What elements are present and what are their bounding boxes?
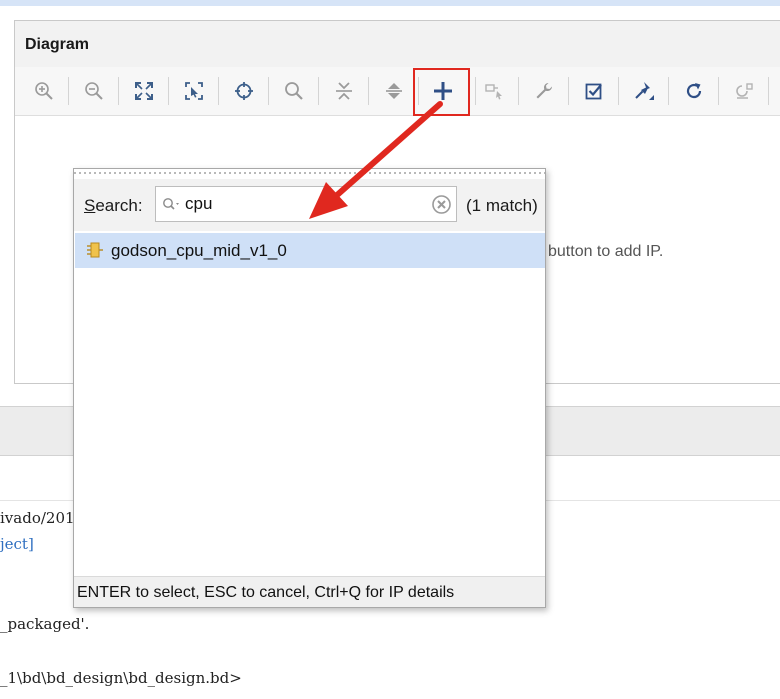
regenerate-layout-icon bbox=[736, 83, 753, 99]
add-ip-highlight bbox=[413, 68, 470, 116]
search-button[interactable] bbox=[277, 73, 311, 109]
search-input-box[interactable] bbox=[155, 186, 457, 222]
diagram-header: Diagram bbox=[15, 21, 780, 68]
refresh-icon bbox=[686, 83, 702, 99]
regenerate-layout-button[interactable] bbox=[727, 73, 761, 109]
pin-icon bbox=[635, 82, 654, 100]
center-button[interactable] bbox=[227, 73, 261, 109]
diagram-title: Diagram bbox=[25, 36, 90, 53]
ip-search-bar: Search: (1 match) bbox=[74, 179, 545, 231]
ip-result-item[interactable]: godson_cpu_mid_v1_0 bbox=[75, 233, 545, 268]
zoom-in-button[interactable] bbox=[27, 73, 61, 109]
toolbar-separator bbox=[168, 77, 169, 105]
toolbar-separator bbox=[368, 77, 369, 105]
pin-button[interactable] bbox=[627, 73, 661, 109]
window-top-strip bbox=[0, 0, 780, 6]
make-external-button[interactable] bbox=[477, 73, 511, 109]
console-line: ivado/201 bbox=[0, 509, 75, 527]
zoom-fit-icon bbox=[135, 82, 153, 100]
popup-footer: ENTER to select, ESC to cancel, Ctrl+Q f… bbox=[74, 576, 545, 607]
zoom-out-icon bbox=[85, 82, 103, 100]
toolbar-separator bbox=[68, 77, 69, 105]
toolbar-separator bbox=[318, 77, 319, 105]
search-icon bbox=[285, 82, 303, 100]
console-line: _1\bd\bd_design\bd_design.bd> bbox=[0, 669, 242, 687]
toolbar-separator bbox=[475, 77, 476, 105]
toolbar-separator bbox=[568, 77, 569, 105]
toolbar-separator bbox=[618, 77, 619, 105]
toolbar-separator bbox=[518, 77, 519, 105]
refresh-button[interactable] bbox=[677, 73, 711, 109]
expand-all-icon bbox=[386, 83, 402, 99]
search-label-mnemonic: S bbox=[84, 196, 96, 215]
popup-footer-text: ENTER to select, ESC to cancel, Ctrl+Q f… bbox=[77, 584, 455, 601]
toolbar-separator bbox=[668, 77, 669, 105]
toolbar-separator bbox=[268, 77, 269, 105]
search-dropdown-icon[interactable] bbox=[162, 197, 182, 211]
clear-search-icon[interactable] bbox=[432, 195, 451, 214]
match-count: (1 match) bbox=[466, 196, 538, 215]
zoom-selection-icon bbox=[185, 82, 203, 100]
validate-design-button[interactable] bbox=[577, 73, 611, 109]
ip-result-label: godson_cpu_mid_v1_0 bbox=[111, 241, 287, 260]
search-label: Search: bbox=[84, 196, 143, 216]
expand-all-button[interactable] bbox=[377, 73, 411, 109]
ip-search-popup: Search: (1 match) godson_cpu_mid_v1_0 bbox=[73, 168, 546, 608]
make-external-icon bbox=[485, 84, 502, 100]
validate-design-icon bbox=[585, 83, 602, 100]
toolbar-separator bbox=[218, 77, 219, 105]
ip-block-icon bbox=[87, 242, 103, 258]
collapse-all-icon bbox=[336, 82, 352, 100]
search-input[interactable] bbox=[185, 193, 425, 215]
diagram-toolbar bbox=[15, 67, 780, 116]
canvas-hint-text: button to add IP. bbox=[548, 243, 664, 260]
toolbar-separator bbox=[718, 77, 719, 105]
toolbar-separator bbox=[768, 77, 769, 105]
collapse-all-button[interactable] bbox=[327, 73, 361, 109]
zoom-fit-button[interactable] bbox=[127, 73, 161, 109]
wrench-icon bbox=[536, 82, 553, 99]
zoom-out-button[interactable] bbox=[77, 73, 111, 109]
popup-drag-grip[interactable] bbox=[74, 169, 545, 177]
console-line: _packaged'. bbox=[0, 615, 90, 633]
console-link[interactable]: ject] bbox=[0, 535, 34, 553]
search-label-rest: earch: bbox=[95, 196, 143, 215]
center-target-icon bbox=[235, 82, 253, 100]
properties-button[interactable] bbox=[527, 73, 561, 109]
zoom-selection-button[interactable] bbox=[177, 73, 211, 109]
zoom-in-icon bbox=[35, 82, 53, 100]
toolbar-separator bbox=[118, 77, 119, 105]
